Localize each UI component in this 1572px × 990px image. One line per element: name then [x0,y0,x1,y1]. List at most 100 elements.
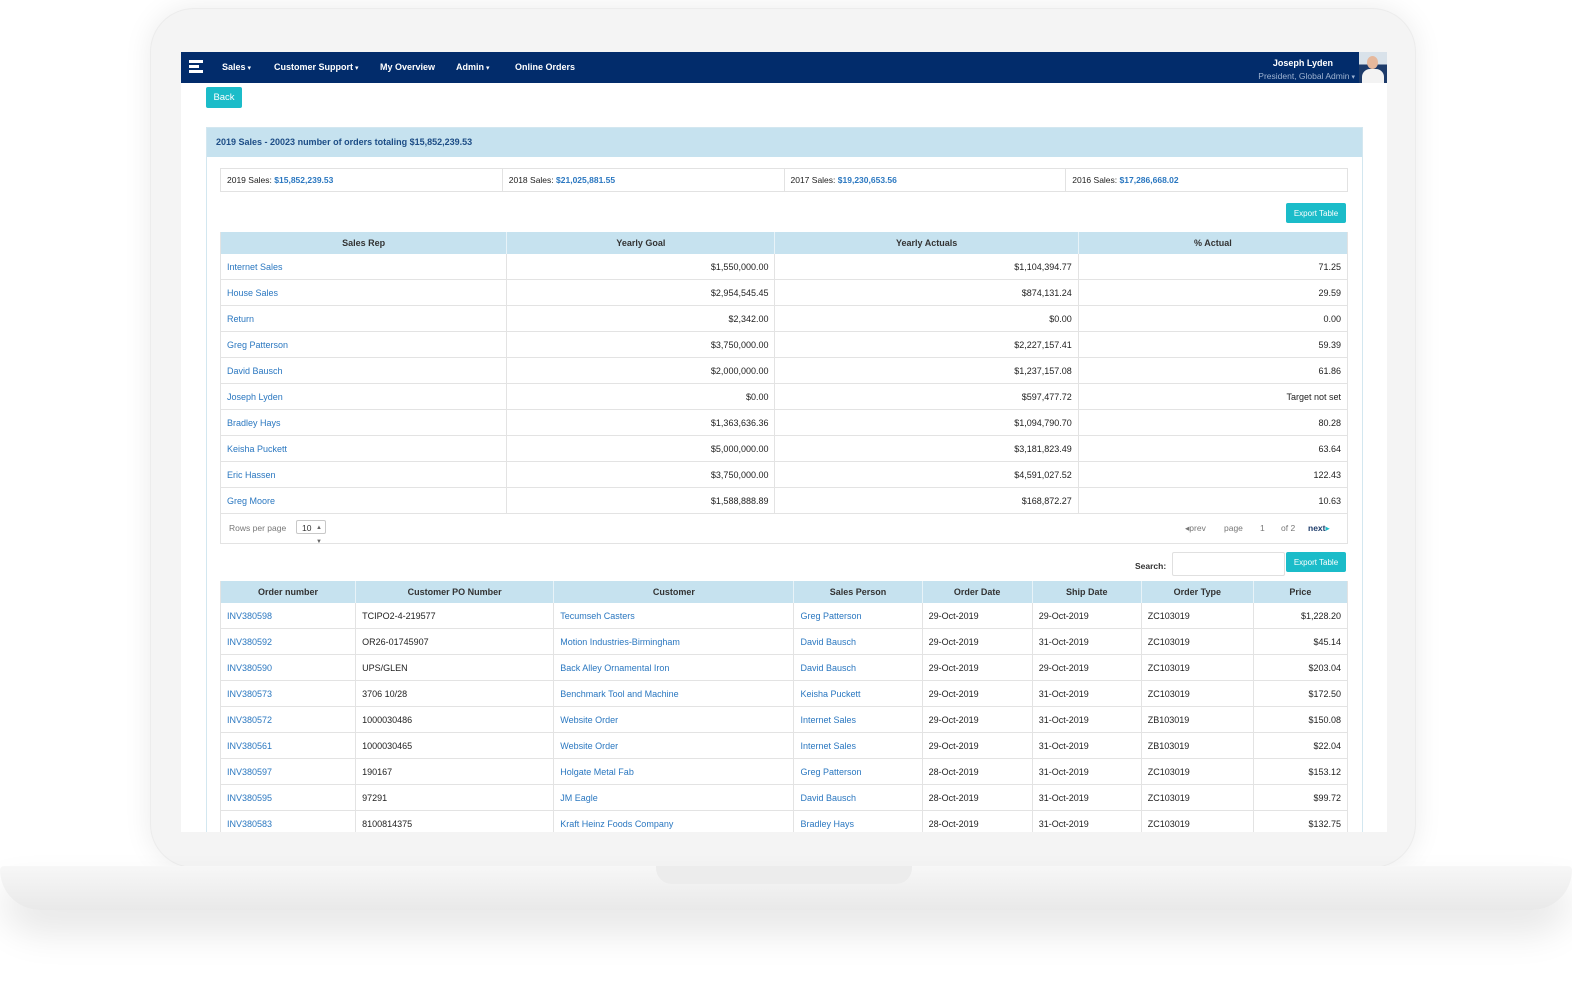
nav-sales[interactable]: Sales ▾ [222,62,251,72]
price-cell: $203.04 [1253,654,1348,681]
next-page-link[interactable]: next▸ [1308,523,1330,534]
table-header-row: Order number Customer PO Number Customer… [220,581,1348,603]
sales-person-link[interactable]: Greg Patterson [793,603,923,629]
rows-per-page-value: 10 [302,523,312,533]
user-name[interactable]: Joseph Lyden [1273,58,1333,68]
user-role-label: President, Global Admin [1258,71,1350,81]
sales-rep-link[interactable]: Return [220,305,508,332]
column-header[interactable]: Sales Person [793,581,923,603]
prev-page-link[interactable]: ◂prev [1185,523,1206,534]
order-number-link[interactable]: INV380595 [220,784,357,811]
year-amount[interactable]: $19,230,653.56 [838,175,897,185]
nav-customer-support[interactable]: Customer Support ▾ [274,62,359,72]
customer-link[interactable]: Motion Industries-Birmingham [553,628,795,655]
column-header[interactable]: % Actual [1078,232,1348,254]
column-header[interactable]: Price [1253,581,1348,603]
sales-rep-link[interactable]: Bradley Hays [220,409,508,436]
sales-rep-link[interactable]: House Sales [220,279,508,306]
order-number-link[interactable]: INV380572 [220,706,357,733]
column-header[interactable]: Yearly Actuals [774,232,1079,254]
sales-rep-link[interactable]: Keisha Puckett [220,435,508,462]
customer-link[interactable]: Back Alley Ornamental Iron [553,654,795,681]
column-header[interactable]: Yearly Goal [506,232,776,254]
sales-panel: 2019 Sales - 20023 number of orders tota… [206,127,1363,832]
sales-rep-link[interactable]: Eric Hassen [220,461,508,488]
sales-person-link[interactable]: Keisha Puckett [793,680,923,707]
customer-link[interactable]: Benchmark Tool and Machine [553,680,795,707]
customer-link[interactable]: Website Order [553,706,795,733]
column-header[interactable]: Order Type [1141,581,1254,603]
column-header[interactable]: Customer [553,581,795,603]
caret-down-icon: ▾ [247,65,252,72]
search-input[interactable] [1172,552,1285,576]
ship-date-cell: 29-Oct-2019 [1032,603,1142,629]
order-number-link[interactable]: INV380592 [220,628,357,655]
column-header[interactable]: Sales Rep [220,232,508,254]
nav-customer-support-label: Customer Support [274,62,354,72]
percent-actual-cell: 59.39 [1078,331,1348,358]
customer-link[interactable]: Holgate Metal Fab [553,758,795,785]
price-cell: $153.12 [1253,758,1348,785]
customer-po-cell: 1000030486 [355,706,555,733]
back-button[interactable]: Back [206,87,242,108]
customer-link[interactable]: Kraft Heinz Foods Company [553,810,795,832]
current-page: 1 [1260,523,1265,533]
sales-person-link[interactable]: Internet Sales [793,732,923,759]
sales-rep-link[interactable]: Greg Patterson [220,331,508,358]
sales-person-link[interactable]: Internet Sales [793,706,923,733]
order-number-link[interactable]: INV380598 [220,603,357,629]
order-number-link[interactable]: INV380597 [220,758,357,785]
ship-date-cell: 31-Oct-2019 [1032,628,1142,655]
sales-person-link[interactable]: David Bausch [793,784,923,811]
yearly-goal-cell: $1,363,636.36 [506,409,776,436]
prev-label: prev [1189,523,1206,533]
order-number-link[interactable]: INV380573 [220,680,357,707]
order-date-cell: 28-Oct-2019 [922,784,1033,811]
order-number-link[interactable]: INV380583 [220,810,357,832]
avatar[interactable] [1359,52,1387,83]
year-sales-2018: 2018 Sales: $21,025,881.55 [503,169,785,191]
sales-person-link[interactable]: David Bausch [793,628,923,655]
column-header[interactable]: Ship Date [1032,581,1142,603]
yearly-actuals-cell: $1,094,790.70 [774,409,1079,436]
hamburger-logo-icon[interactable] [189,60,203,74]
nav-admin[interactable]: Admin ▾ [456,62,490,72]
year-amount[interactable]: $17,286,668.02 [1120,175,1179,185]
sales-person-link[interactable]: Greg Patterson [793,758,923,785]
customer-link[interactable]: JM Eagle [553,784,795,811]
yearly-actuals-cell: $3,181,823.49 [774,435,1079,462]
yearly-sales-summary: 2019 Sales: $15,852,239.53 2018 Sales: $… [220,168,1348,192]
export-table-button[interactable]: Export Table [1286,203,1346,223]
yearly-actuals-cell: $0.00 [774,305,1079,332]
ship-date-cell: 31-Oct-2019 [1032,732,1142,759]
sales-rep-link[interactable]: Joseph Lyden [220,383,508,410]
ship-date-cell: 31-Oct-2019 [1032,680,1142,707]
percent-actual-cell: 63.64 [1078,435,1348,462]
export-table-button[interactable]: Export Table [1286,552,1346,572]
nav-online-orders[interactable]: Online Orders [515,62,575,72]
sales-person-link[interactable]: Bradley Hays [793,810,923,832]
year-amount[interactable]: $15,852,239.53 [274,175,333,185]
yearly-actuals-cell: $1,237,157.08 [774,357,1079,384]
column-header[interactable]: Customer PO Number [355,581,555,603]
customer-link[interactable]: Website Order [553,732,795,759]
rows-per-page-select[interactable]: 10 ▲ ▼ [296,520,326,545]
customer-link[interactable]: Tecumseh Casters [553,603,795,629]
sales-rep-link[interactable]: David Bausch [220,357,508,384]
user-role[interactable]: President, Global Admin ▾ [1258,71,1355,81]
order-number-link[interactable]: INV380561 [220,732,357,759]
year-amount[interactable]: $21,025,881.55 [556,175,615,185]
percent-actual-cell: 10.63 [1078,487,1348,514]
yearly-actuals-cell: $874,131.24 [774,279,1079,306]
sales-rep-link[interactable]: Internet Sales [220,254,508,280]
sales-rep-link[interactable]: Greg Moore [220,487,508,514]
sales-person-link[interactable]: David Bausch [793,654,923,681]
column-header[interactable]: Order number [220,581,357,603]
table-row: Eric Hassen $3,750,000.00 $4,591,027.52 122… [220,461,1348,488]
order-number-link[interactable]: INV380590 [220,654,357,681]
table-row: INV380592 OR26-01745907 Motion Industries-… [220,628,1348,655]
column-header[interactable]: Order Date [922,581,1033,603]
nav-my-overview[interactable]: My Overview [380,62,435,72]
customer-po-cell: 97291 [355,784,555,811]
order-date-cell: 29-Oct-2019 [922,654,1033,681]
